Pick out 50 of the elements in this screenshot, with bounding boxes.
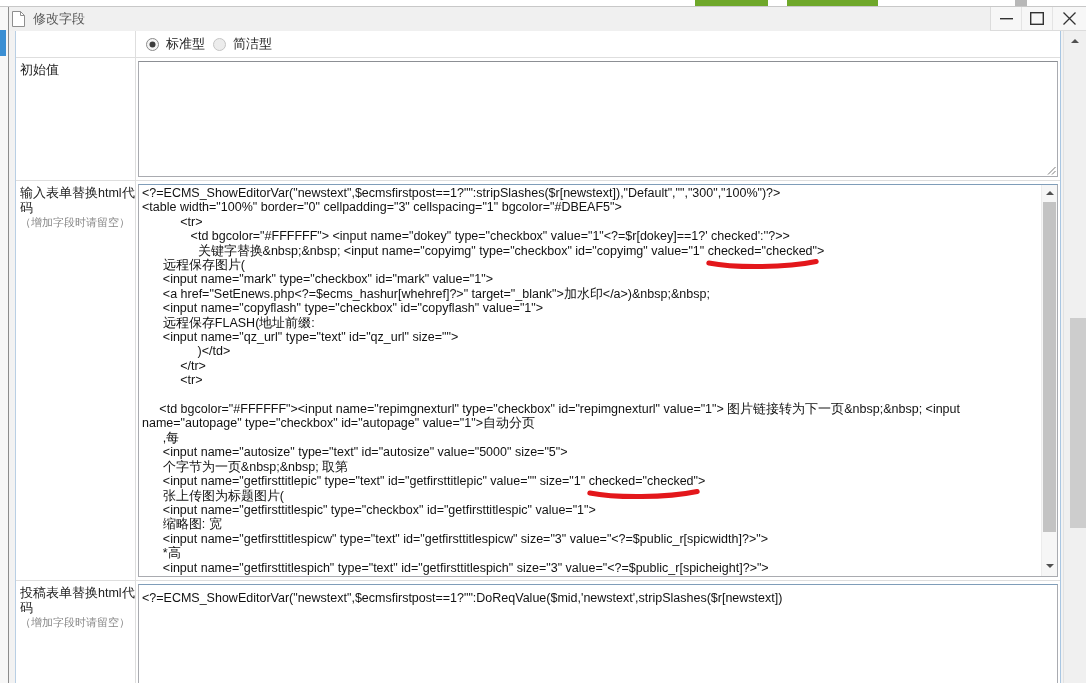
code-line: <input name="getfirsttitlepic" type="text" id="getfirsttitlepic" value="" size="1" checked="checked"> <box>161 474 706 489</box>
minimize-icon <box>999 17 1013 20</box>
resize-grip-icon[interactable] <box>1047 166 1056 175</box>
code-line: *高 <box>161 546 181 561</box>
code-line: 张上传图为标题图片( <box>161 488 284 503</box>
close-icon <box>1063 12 1076 25</box>
scroll-down-icon[interactable] <box>1045 564 1054 568</box>
maximize-icon <box>1030 12 1044 25</box>
vertical-scrollbar[interactable] <box>1041 185 1057 576</box>
code-line: <?=ECMS_ShowEditorVar("newstext",$ecmsfirstpost==1?"":DoReqValue($mid,'newstext',stripSlashes($r[newstext]) <box>142 591 783 606</box>
radio-option[interactable]: 标准型 <box>146 35 205 53</box>
radio-icon[interactable] <box>213 37 226 51</box>
code-line: <td bgcolor="#FFFFFF"><input name="repimgnexturl" type="checkbox" id="repimgnexturl" value="1"> 图片链接转为下一页&nbsp;&nbsp; <input <box>158 402 960 417</box>
code-line: <input name="copyflash" type="checkbox" id="copyflash" value="1"> <box>161 301 543 316</box>
code-line: ,每 <box>162 430 180 446</box>
field-hint: （增加字段时请留空） <box>20 615 131 630</box>
scroll-up-icon[interactable] <box>1071 39 1079 43</box>
code-line: <input name="getfirsttitlespich" type="text" id="getfirsttitlespich" size="3" value="<?=$public_r[spicheight]?>"> <box>161 560 769 575</box>
radio-option[interactable]: 简洁型 <box>213 35 272 53</box>
code-line: <input name="autosize" type="text" id="autosize" value="5000" size="5"> <box>161 445 568 460</box>
scrollbar-thumb[interactable] <box>1043 202 1056 532</box>
code-line: name="autopage" type="checkbox" id="autopage" value="1">自动分页 <box>142 416 535 431</box>
code-line: <td bgcolor="#FFFFFF"> <input name="dokey" type="checkbox" value="1"<?=$r[dokey]==1?' checked':''?>> <box>189 229 790 244</box>
code-line: <tr> <box>179 214 203 230</box>
code-line: )</td> <box>196 344 231 359</box>
field-hint: （增加字段时请留空） <box>20 215 131 230</box>
code-line: 缩略图: 宽 <box>161 517 222 532</box>
document-icon <box>12 11 25 27</box>
code-line: <?=ECMS_ShowEditorVar("newstext",$ecmsfirstpost==1?"":stripSlashes($r[newstext]),"Default","","300","100%")?> <box>142 186 781 201</box>
code-line: 远程保存FLASH(地址前缀: <box>161 315 315 331</box>
field-label: 初始值 <box>20 63 60 78</box>
code-line: <table width="100%" border="0" cellpadding="3" cellspacing="1" bgcolor="#DBEAF5"> <box>142 200 622 215</box>
code-editor-field[interactable]: <?=ECMS_ShowEditorVar("newstext",$ecmsfirstpost==1?"":DoReqValue($mid,'newstext',stripSlashes($r[newstext]) <box>138 584 1058 683</box>
scroll-up-icon[interactable] <box>1045 191 1054 195</box>
code-line: 个字节为一页&nbsp;&nbsp; 取第 <box>161 459 349 475</box>
field-label: 输入表单替换html代码 <box>20 186 135 215</box>
code-line: <input name="qz_url" type="text" id="qz_url" size=""> <box>161 330 459 345</box>
code-line: 关键字替换&nbsp;&nbsp; <input name="copyimg" type="checkbox" id="copyimg" value="1" checked="checked"> <box>196 243 825 258</box>
code-line: <tr> <box>179 373 203 388</box>
scrollbar-thumb[interactable] <box>1069 318 1086 528</box>
code-line: <input name="getfirsttitlespicw" type="text" id="getfirsttitlespicw" size="3" value="<?=$public_r[spicwidth]?>"> <box>161 531 768 547</box>
code-line: <input name="mark" type="checkbox" id="mark" value="1"> <box>161 272 493 287</box>
radio-icon[interactable] <box>146 37 159 51</box>
code-line: <a href="SetEnews.php<?=$ecms_hashur[whehref]?>" target="_blank">加水印</a>)&nbsp;&nbsp; <box>161 286 710 302</box>
code-line: <input name="getfirsttitlespic" type="checkbox" id="getfirsttitlespic" value="1"> <box>161 502 596 518</box>
code-line: 远程保存图片( <box>161 258 245 273</box>
vertical-scrollbar[interactable] <box>1063 31 1086 683</box>
code-line: </tr> <box>179 358 206 374</box>
window-title: 修改字段 <box>33 10 85 28</box>
field-label: 投稿表单替换html代码 <box>20 586 135 615</box>
